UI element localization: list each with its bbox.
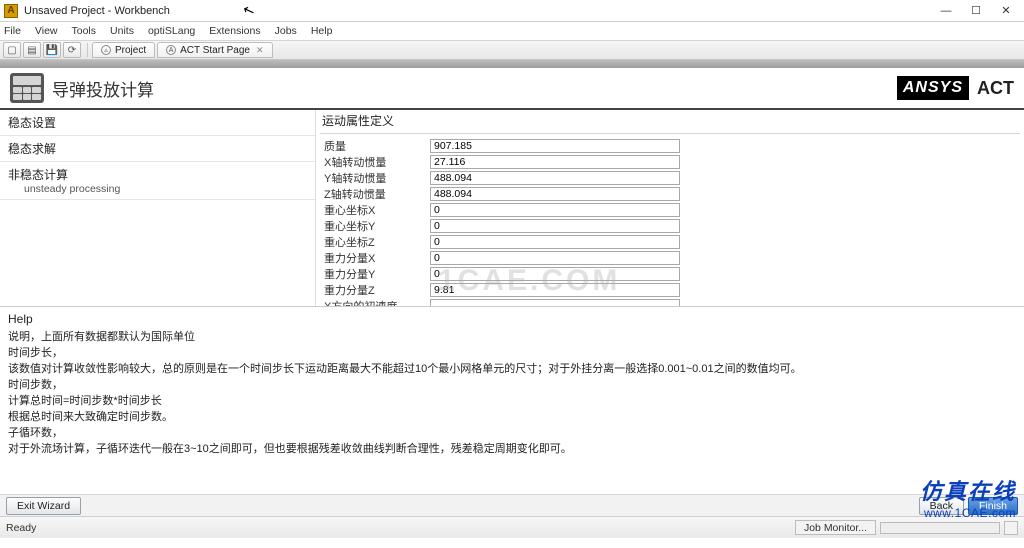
exit-wizard-button[interactable]: Exit Wizard — [6, 497, 81, 515]
sidebar-item-steady-setup[interactable]: 稳态设置 — [0, 110, 315, 136]
form-label: 重力分量Y — [320, 266, 430, 282]
back-button[interactable]: Back — [919, 497, 964, 515]
help-line: 对于外流场计算，子循环迭代一般在3~10之间即可，但也要根据残差收敛曲线判断合理… — [8, 442, 1016, 458]
sidebar-item-label: 稳态求解 — [8, 142, 56, 156]
help-line: 子循环数， — [8, 426, 1016, 442]
sidebar-item-steady-solve[interactable]: 稳态求解 — [0, 136, 315, 162]
wizard-button-bar: Exit Wizard Back Finish — [0, 494, 1024, 516]
form-label: 重力分量X — [320, 250, 430, 266]
toolbar: ▢ ▤ 💾 ⟳ ▵ Project A ACT Start Page ✕ — [0, 40, 1024, 60]
form-input[interactable] — [430, 203, 680, 217]
sidebar-item-label: 非稳态计算 — [8, 168, 68, 182]
menu-file[interactable]: File — [4, 25, 21, 37]
form-input[interactable] — [430, 235, 680, 249]
help-panel: Help 说明，上面所有数据都默认为国际单位时间步长，该数值对计算收敛性影响较大… — [0, 306, 1024, 494]
main-area: 稳态设置 稳态求解 非稳态计算 unsteady processing 运动属性… — [0, 110, 1024, 306]
form-row: 重心坐标Y — [320, 218, 1020, 233]
form-input[interactable] — [430, 267, 680, 281]
tab-close-icon[interactable]: ✕ — [256, 45, 264, 56]
help-line: 根据总时间来大致确定时间步数。 — [8, 410, 1016, 426]
form-label: Y轴转动惯量 — [320, 170, 430, 186]
toolbar-separator — [87, 43, 88, 57]
calculator-icon — [10, 73, 44, 103]
close-button[interactable]: ✕ — [992, 2, 1020, 20]
form-input[interactable] — [430, 139, 680, 153]
status-bar: Ready Job Monitor... — [0, 516, 1024, 538]
form-input[interactable] — [430, 283, 680, 297]
form-input[interactable] — [430, 219, 680, 233]
form-input[interactable] — [430, 171, 680, 185]
status-ready: Ready — [6, 522, 36, 534]
menu-units[interactable]: Units — [110, 25, 134, 37]
form-row: 重力分量Y — [320, 266, 1020, 281]
act-label: ACT — [977, 78, 1014, 99]
help-line: 说明，上面所有数据都默认为国际单位 — [8, 330, 1016, 346]
sidebar-item-sub: unsteady processing — [8, 183, 307, 195]
act-icon: A — [166, 45, 176, 55]
form-row: X轴转动惯量 — [320, 154, 1020, 169]
help-line: 计算总时间=时间步数*时间步长 — [8, 394, 1016, 410]
window-title: Unsaved Project - Workbench — [24, 5, 930, 17]
wizard-sidebar: 稳态设置 稳态求解 非稳态计算 unsteady processing — [0, 110, 316, 306]
help-line: 时间步数， — [8, 378, 1016, 394]
form-input[interactable] — [430, 155, 680, 169]
page-title: 导弹投放计算 — [52, 76, 897, 101]
form-input[interactable] — [430, 299, 680, 307]
form-label: 重力分量Z — [320, 282, 430, 298]
help-line: 该数值对计算收敛性影响较大，总的原则是在一个时间步长下运动距离最大不能超过10个… — [8, 362, 1016, 378]
form-label: 质量 — [320, 138, 430, 154]
maximize-button[interactable]: ☐ — [962, 2, 990, 20]
job-monitor-button[interactable]: Job Monitor... — [795, 520, 876, 535]
status-toggle-button[interactable] — [1004, 521, 1018, 535]
ansys-logo: ANSYS — [897, 76, 969, 100]
form-label: Z轴转动惯量 — [320, 186, 430, 202]
window-titlebar: A Unsaved Project - Workbench — ☐ ✕ — [0, 0, 1024, 22]
tab-project-label: Project — [115, 45, 146, 56]
form-row: 重心坐标Z — [320, 234, 1020, 249]
form-area: 运动属性定义 质量X轴转动惯量Y轴转动惯量Z轴转动惯量重心坐标X重心坐标Y重心坐… — [316, 110, 1024, 306]
minimize-button[interactable]: — — [932, 2, 960, 20]
menu-extensions[interactable]: Extensions — [209, 25, 260, 37]
form-label: 重心坐标Y — [320, 218, 430, 234]
form-input[interactable] — [430, 251, 680, 265]
help-line: 时间步长， — [8, 346, 1016, 362]
toolbar-open-icon[interactable]: ▤ — [23, 42, 41, 58]
toolbar-new-icon[interactable]: ▢ — [3, 42, 21, 58]
header-divider — [0, 60, 1024, 68]
act-header: 导弹投放计算 ANSYS ACT — [0, 68, 1024, 110]
menu-bar: File View Tools Units optiSLang Extensio… — [0, 22, 1024, 40]
form-label: 重心坐标X — [320, 202, 430, 218]
form-row: Z轴转动惯量 — [320, 186, 1020, 201]
project-icon: ▵ — [101, 45, 111, 55]
form-title: 运动属性定义 — [320, 110, 1020, 134]
form-row: 重心坐标X — [320, 202, 1020, 217]
toolbar-refresh-icon[interactable]: ⟳ — [63, 42, 81, 58]
sidebar-item-label: 稳态设置 — [8, 116, 56, 130]
tab-act-start-page[interactable]: A ACT Start Page ✕ — [157, 42, 272, 58]
tab-project[interactable]: ▵ Project — [92, 42, 155, 58]
tab-act-label: ACT Start Page — [180, 45, 250, 56]
sidebar-item-unsteady[interactable]: 非稳态计算 unsteady processing — [0, 162, 315, 200]
form-row: Y轴转动惯量 — [320, 170, 1020, 185]
menu-jobs[interactable]: Jobs — [275, 25, 297, 37]
menu-help[interactable]: Help — [311, 25, 333, 37]
menu-view[interactable]: View — [35, 25, 58, 37]
app-icon: A — [4, 4, 18, 18]
form-label: X轴转动惯量 — [320, 154, 430, 170]
form-label: X方向的初速度 — [320, 298, 430, 307]
form-row: 重力分量X — [320, 250, 1020, 265]
menu-tools[interactable]: Tools — [72, 25, 97, 37]
form-input[interactable] — [430, 187, 680, 201]
toolbar-save-icon[interactable]: 💾 — [43, 42, 61, 58]
form-row: 质量 — [320, 138, 1020, 153]
form-row: 重力分量Z — [320, 282, 1020, 297]
progress-bar — [880, 522, 1000, 534]
help-title: Help — [8, 311, 1016, 328]
menu-optislang[interactable]: optiSLang — [148, 25, 195, 37]
form-row: X方向的初速度 — [320, 298, 1020, 306]
finish-button[interactable]: Finish — [968, 497, 1018, 515]
form-label: 重心坐标Z — [320, 234, 430, 250]
